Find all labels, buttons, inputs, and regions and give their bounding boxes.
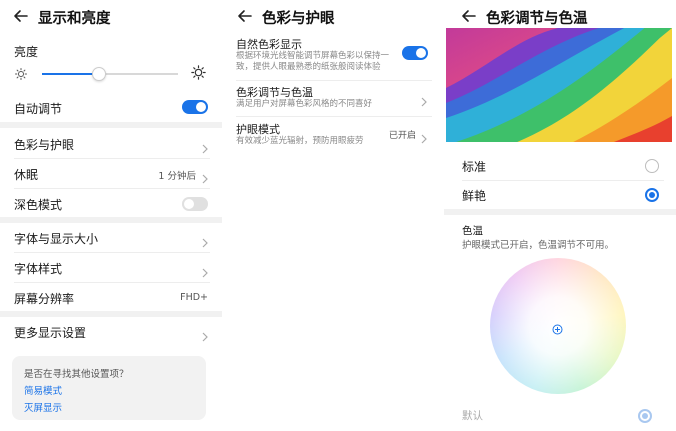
color-temp-desc: 满足用户对屏幕色彩风格的不同喜好	[236, 99, 373, 109]
default-radio[interactable]	[638, 409, 652, 423]
page-title: 显示和亮度	[38, 11, 111, 27]
list-item-label: 休眠	[14, 168, 39, 182]
list-item-label: 字体与显示大小	[14, 232, 99, 246]
color-eye-care-panel: 色彩与护眼 自然色彩显示 根据环境光线智能调节屏幕色彩以保持一 致，提供人眼最熟…	[222, 0, 444, 431]
mode-vivid-radio[interactable]	[645, 188, 659, 202]
back-arrow-icon[interactable]	[236, 7, 254, 25]
auto-adjust-toggle[interactable]	[182, 100, 208, 114]
section-divider	[0, 311, 222, 317]
color-preview-image	[446, 28, 672, 142]
default-label: 默认	[462, 410, 483, 422]
row-divider	[14, 282, 210, 283]
page-title: 色彩与护眼	[262, 11, 335, 27]
auto-adjust-label: 自动调节	[14, 102, 63, 116]
natural-color-desc-line1: 根据环境光线智能调节屏幕色彩以保持一	[236, 51, 390, 61]
color-temperature-panel: 色彩调节与色温 标准 鲜艳 色温 护眼模式已开启，色温调节不可用。 默认	[444, 0, 676, 431]
list-item-label: 色彩与护眼	[14, 138, 75, 152]
auto-adjust-row[interactable]: 自动调节	[0, 96, 222, 118]
row-divider	[236, 80, 432, 81]
chevron-right-icon	[420, 129, 428, 144]
natural-color-desc-line2: 致，提供人眼最熟悉的纸张般阅读体验	[236, 62, 381, 72]
eye-care-status: 已开启	[388, 131, 416, 141]
back-arrow-icon[interactable]	[460, 7, 478, 25]
row-divider	[14, 252, 210, 253]
list-item-dark-mode[interactable]: 深色模式	[0, 194, 222, 214]
chevron-right-icon	[201, 233, 209, 248]
row-divider	[236, 116, 432, 117]
section-divider	[0, 122, 222, 128]
color-temp-label: 色彩调节与色温	[236, 86, 313, 99]
natural-color-label: 自然色彩显示	[236, 38, 302, 51]
header: 色彩与护眼	[222, 6, 444, 27]
chevron-right-icon	[201, 169, 209, 184]
color-temp-row[interactable]: 色彩调节与色温 满足用户对屏幕色彩风格的不同喜好	[222, 84, 444, 114]
section-divider	[0, 217, 222, 223]
mode-vivid-row[interactable]: 鲜艳	[444, 185, 676, 205]
list-item-color-eye[interactable]: 色彩与护眼	[0, 134, 222, 154]
color-temp-label: 色温	[462, 225, 483, 237]
sun-small-icon	[14, 66, 28, 80]
mode-vivid-label: 鲜艳	[462, 189, 487, 203]
header: 色彩调节与色温	[444, 6, 676, 27]
natural-color-row[interactable]: 自然色彩显示 根据环境光线智能调节屏幕色彩以保持一 致，提供人眼最熟悉的纸张般阅…	[222, 36, 444, 78]
chevron-right-icon	[201, 139, 209, 154]
chevron-right-icon	[201, 327, 209, 342]
list-item-resolution[interactable]: 屏幕分辨率 FHD+	[0, 288, 222, 308]
resolution-value: FHD+	[180, 292, 208, 303]
display-brightness-panel: 显示和亮度 亮度 自动调节 色彩与护眼 休眠 1 分钟后 深色模式 字体与显示大…	[0, 0, 222, 431]
list-item-label: 字体样式	[14, 262, 63, 276]
brightness-slider[interactable]	[42, 67, 178, 81]
dark-mode-toggle[interactable]	[182, 197, 208, 211]
color-temp-note: 护眼模式已开启，色温调节不可用。	[462, 240, 615, 251]
sun-large-icon	[191, 65, 206, 80]
page-title: 色彩调节与色温	[486, 11, 588, 27]
brightness-slider-fill	[42, 73, 100, 75]
eye-care-desc: 有效减少蓝光辐射，预防用眼疲劳	[236, 136, 364, 146]
default-row[interactable]: 默认	[444, 406, 676, 426]
row-divider	[462, 180, 664, 181]
simple-mode-link[interactable]: 简易模式	[24, 383, 62, 397]
mode-standard-label: 标准	[462, 160, 487, 174]
chevron-right-icon	[420, 92, 428, 107]
hint-question: 是否在寻找其他设置项？	[24, 369, 129, 380]
sleep-value: 1 分钟后	[158, 171, 196, 182]
section-divider	[444, 209, 676, 215]
row-divider	[14, 158, 210, 159]
list-item-label: 更多显示设置	[14, 326, 87, 340]
back-arrow-icon[interactable]	[12, 7, 30, 25]
brightness-slider-thumb[interactable]	[92, 67, 107, 81]
settings-hint-card: 是否在寻找其他设置项？ 简易模式 灭屏显示	[12, 356, 206, 420]
eye-care-row[interactable]: 护眼模式 有效减少蓝光辐射，预防用眼疲劳 已开启	[222, 121, 444, 151]
header: 显示和亮度	[0, 6, 222, 27]
natural-color-toggle[interactable]	[402, 46, 428, 60]
list-item-more-display[interactable]: 更多显示设置	[0, 322, 222, 342]
row-divider	[14, 188, 210, 189]
list-item-font-style[interactable]: 字体样式	[0, 258, 222, 278]
color-picker-crosshair-icon[interactable]	[552, 320, 563, 335]
screen-off-display-link[interactable]: 灭屏显示	[24, 400, 62, 414]
eye-care-label: 护眼模式	[236, 123, 280, 136]
list-item-label: 深色模式	[14, 198, 63, 212]
list-item-label: 屏幕分辨率	[14, 292, 75, 306]
list-item-sleep[interactable]: 休眠 1 分钟后	[0, 164, 222, 184]
mode-standard-radio[interactable]	[645, 159, 659, 173]
chevron-right-icon	[201, 263, 209, 278]
mode-standard-row[interactable]: 标准	[444, 156, 676, 176]
brightness-label: 亮度	[14, 45, 39, 59]
list-item-font-size[interactable]: 字体与显示大小	[0, 228, 222, 248]
